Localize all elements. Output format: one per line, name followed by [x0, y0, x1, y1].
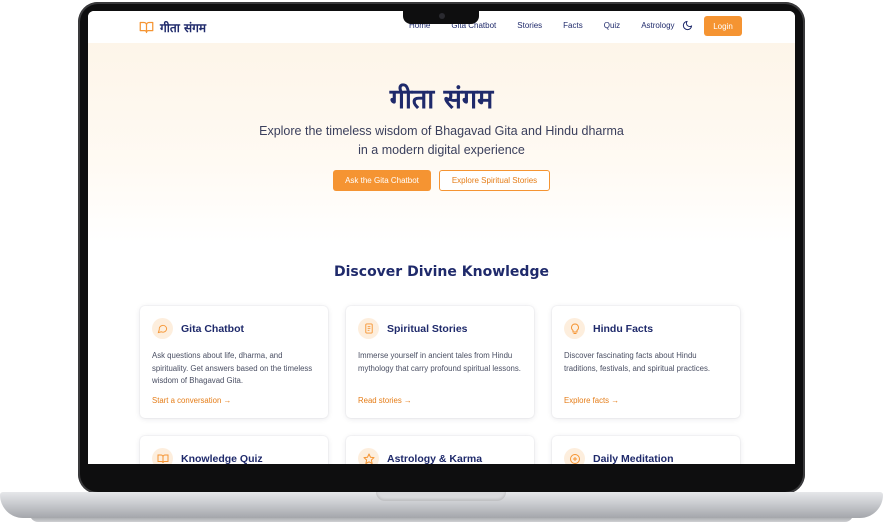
chat-bubble-icon	[152, 318, 173, 339]
laptop-groove	[376, 492, 506, 501]
start-conversation-link[interactable]: Start a conversation →	[152, 396, 231, 405]
hero-title: गीता संगम	[389, 84, 494, 115]
card-description: Ask questions about life, dharma, and sp…	[152, 351, 313, 385]
star-icon	[358, 448, 379, 464]
read-stories-link[interactable]: Read stories →	[358, 396, 412, 405]
card-description: Immerse yourself in ancient tales from H…	[358, 351, 521, 373]
features-title: Discover Divine Knowledge	[334, 264, 549, 280]
nav-stories[interactable]: Stories	[517, 21, 542, 30]
card-header: Spiritual Stories	[358, 318, 468, 339]
card-header: Astrology & Karma	[358, 448, 482, 464]
moon-icon[interactable]	[682, 20, 693, 31]
explore-facts-link[interactable]: Explore facts →	[564, 396, 619, 405]
feature-card-daily-meditation[interactable]: Daily Meditation	[552, 436, 740, 464]
nav-quiz[interactable]: Quiz	[604, 21, 620, 30]
screen: गीता संगम Home Gita Chatbot Stories Fact…	[88, 11, 795, 464]
feature-card-gita-chatbot[interactable]: Gita Chatbot Ask questions about life, d…	[140, 306, 328, 418]
camera-notch	[403, 10, 479, 24]
login-button[interactable]: Login	[704, 16, 742, 36]
lightbulb-icon	[564, 318, 585, 339]
brand-logo[interactable]: गीता संगम	[139, 19, 206, 36]
brand-name: गीता संगम	[160, 21, 207, 35]
feature-card-astrology-karma[interactable]: Astrology & Karma	[346, 436, 534, 464]
card-title: Hindu Facts	[593, 322, 654, 335]
feature-card-hindu-facts[interactable]: Hindu Facts Discover fascinating facts a…	[552, 306, 740, 418]
card-header: Knowledge Quiz	[152, 448, 263, 464]
explore-stories-button[interactable]: Explore Spiritual Stories	[439, 170, 550, 191]
camera-icon	[439, 13, 445, 19]
card-title: Spiritual Stories	[387, 322, 468, 335]
card-header: Daily Meditation	[564, 448, 674, 464]
feature-card-knowledge-quiz[interactable]: Knowledge Quiz	[140, 436, 328, 464]
card-header: Hindu Facts	[564, 318, 653, 339]
nav-facts[interactable]: Facts	[563, 21, 583, 30]
feature-card-spiritual-stories[interactable]: Spiritual Stories Immerse yourself in an…	[346, 306, 534, 418]
card-title: Knowledge Quiz	[181, 452, 263, 465]
card-description: Discover fascinating facts about Hindu t…	[564, 351, 711, 373]
hero-section: गीता संगम Explore the timeless wisdom of…	[88, 43, 795, 243]
plus-circle-icon	[564, 448, 585, 464]
card-title: Gita Chatbot	[181, 322, 244, 335]
book-open-icon	[139, 21, 154, 34]
book-icon	[358, 318, 379, 339]
ask-chatbot-button[interactable]: Ask the Gita Chatbot	[333, 170, 431, 191]
card-title: Astrology & Karma	[387, 452, 483, 465]
card-title: Daily Meditation	[593, 452, 674, 465]
open-book-icon	[152, 448, 173, 464]
hero-subtitle: Explore the timeless wisdom of Bhagavad …	[259, 124, 624, 157]
nav-astrology[interactable]: Astrology	[641, 21, 674, 30]
card-header: Gita Chatbot	[152, 318, 244, 339]
